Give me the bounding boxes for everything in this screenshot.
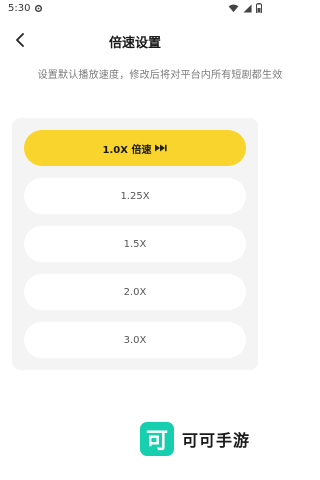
status-icons (228, 3, 262, 16)
speed-option-3-0x[interactable]: 3.0X (24, 322, 246, 358)
app-header: 倍速设置 (0, 22, 270, 62)
speed-option-1-5x[interactable]: 1.5X (24, 226, 246, 262)
speed-option-2-0x[interactable]: 2.0X (24, 274, 246, 310)
speed-option-label: 2.0X (123, 286, 147, 298)
speed-option-1-0x[interactable]: 1.0X 倍速 (24, 130, 246, 166)
page-description: 设置默认播放速度，修改后将对平台内所有短剧都生效 (37, 70, 283, 81)
speed-option-label: 1.5X (123, 238, 147, 250)
speed-option-label: 1.25X (120, 190, 150, 202)
wifi-icon (228, 3, 239, 16)
speed-option-1-25x[interactable]: 1.25X (24, 178, 246, 214)
speed-option-label: 3.0X (123, 334, 147, 346)
speed-option-label: 1.0X 倍速 (102, 144, 152, 156)
fast-forward-icon (155, 144, 168, 152)
status-time: 5:30 (8, 3, 31, 14)
brand-watermark: 可 可可手游 (140, 421, 250, 457)
settings-gear-icon (34, 4, 43, 16)
brand-name: 可可手游 (182, 431, 251, 450)
page-title: 倍速设置 (108, 36, 161, 51)
brand-logo: 可 (140, 422, 174, 456)
status-bar: 5:30 (0, 0, 270, 18)
signal-icon (243, 3, 252, 16)
speed-options-panel: 1.0X 倍速 1.25X 1.5X 2.0X 3.0X (12, 118, 258, 370)
battery-icon (256, 3, 262, 16)
